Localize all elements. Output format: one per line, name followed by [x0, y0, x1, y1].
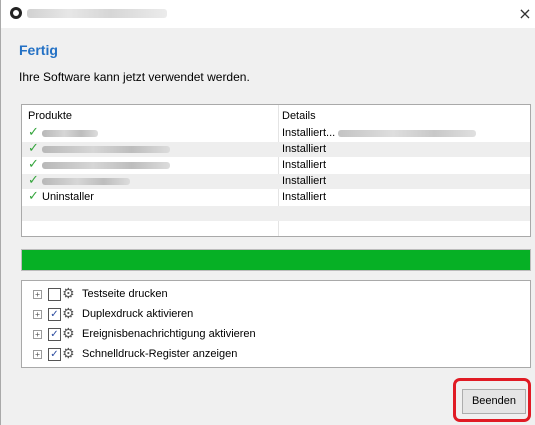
feature-item[interactable]: + ✓ ⚙ Duplexdruck aktivieren — [22, 306, 530, 324]
gear-icon: ⚙ — [62, 326, 75, 342]
product-name-obscured — [42, 178, 130, 185]
expand-icon[interactable]: + — [33, 350, 42, 359]
feature-checkbox[interactable] — [48, 288, 61, 301]
feature-item[interactable]: + ⚙ Testseite drucken — [22, 286, 530, 304]
check-icon: ✓ — [28, 189, 39, 204]
feature-label: Duplexdruck aktivieren — [82, 308, 194, 320]
window-title-obscured — [27, 9, 167, 18]
feature-checkbox[interactable]: ✓ — [48, 308, 61, 321]
check-icon: ✓ — [28, 157, 39, 172]
progress-bar — [21, 249, 531, 271]
gear-icon: ⚙ — [62, 306, 75, 322]
check-icon: ✓ — [28, 141, 39, 156]
gear-icon: ⚙ — [62, 286, 75, 302]
feature-label: Ereignisbenachrichtigung aktivieren — [82, 328, 256, 340]
product-name-obscured — [42, 162, 170, 169]
feature-label: Schnelldruck-Register anzeigen — [82, 348, 238, 360]
table-row: ✓ Installiert... — [22, 125, 530, 141]
finish-button[interactable]: Beenden — [462, 389, 526, 414]
table-row: ✓ Installiert — [22, 141, 530, 157]
close-button[interactable]: × — [516, 5, 534, 23]
products-table: Produkte Details ✓ Installiert... ✓ Inst… — [21, 104, 531, 237]
app-logo-icon — [10, 7, 22, 19]
detail-cell: Installiert... — [282, 127, 336, 139]
table-row: ✓ Uninstaller Installiert — [22, 189, 530, 205]
column-header-details[interactable]: Details — [282, 110, 316, 122]
installer-window: × Fertig Ihre Software kann jetzt verwen… — [0, 0, 535, 425]
expand-icon[interactable]: + — [33, 330, 42, 339]
expand-icon[interactable]: + — [33, 310, 42, 319]
detail-cell: Installiert — [282, 191, 327, 203]
detail-obscured — [338, 130, 476, 137]
page-title: Fertig — [19, 42, 58, 58]
table-header: Produkte Details — [22, 105, 530, 125]
feature-item[interactable]: + ✓ ⚙ Ereignisbenachrichtigung aktiviere… — [22, 326, 530, 344]
feature-checkbox[interactable]: ✓ — [48, 328, 61, 341]
table-row-empty — [22, 206, 530, 221]
table-row: ✓ Installiert — [22, 157, 530, 173]
product-name-obscured — [42, 130, 98, 137]
expand-icon[interactable]: + — [33, 290, 42, 299]
feature-checkbox[interactable]: ✓ — [48, 348, 61, 361]
column-header-products[interactable]: Produkte — [28, 110, 72, 122]
title-bar: × — [1, 0, 535, 28]
product-name: Uninstaller — [42, 191, 94, 203]
features-tree: + ⚙ Testseite drucken + ✓ ⚙ Duplexdruck … — [21, 280, 531, 368]
table-row: ✓ Installiert — [22, 173, 530, 189]
detail-cell: Installiert — [282, 143, 327, 155]
feature-label: Testseite drucken — [82, 288, 168, 300]
check-icon: ✓ — [28, 125, 39, 140]
product-name-obscured — [42, 146, 170, 153]
detail-cell: Installiert — [282, 175, 327, 187]
feature-item[interactable]: + ✓ ⚙ Schnelldruck-Register anzeigen — [22, 346, 530, 364]
page-subtitle: Ihre Software kann jetzt verwendet werde… — [19, 70, 250, 84]
detail-cell: Installiert — [282, 159, 327, 171]
progress-fill — [22, 250, 530, 270]
check-icon: ✓ — [28, 173, 39, 188]
gear-icon: ⚙ — [62, 346, 75, 362]
